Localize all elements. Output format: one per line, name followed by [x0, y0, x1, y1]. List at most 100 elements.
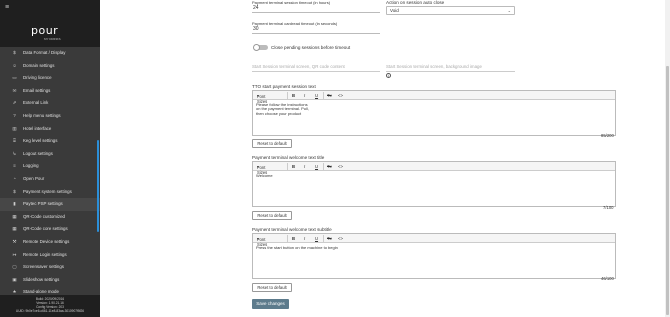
sidebar-item-logging[interactable]: ≡ Logging [0, 160, 100, 173]
font-sizes-dropdown[interactable]: Font Sizes ▾ [257, 93, 267, 105]
clear-format-button[interactable]: Tx [327, 236, 332, 241]
bold-button[interactable]: B [292, 93, 295, 98]
sidebar-item-label: Payment system settings [23, 188, 72, 194]
qr-code-content-input[interactable]: Start Session terminal screen, QR code c… [252, 64, 380, 72]
page-scrollbar[interactable] [665, 0, 670, 317]
sidebar-item-screensaver[interactable]: ▢ Screensaver settings [0, 261, 100, 274]
sidebar-item-data-format[interactable]: $ Data Format / Display [0, 47, 100, 60]
editor-line: Press the start button on the machine to… [256, 245, 338, 250]
sidebar-item-label: Remote Device settings [23, 238, 70, 244]
italic-button[interactable]: I [304, 236, 305, 241]
reset-default-button[interactable]: Reset to default [252, 139, 292, 148]
auto-close-action-select[interactable]: Void ⌄ [386, 6, 515, 15]
hotel-icon: ▥ [12, 125, 17, 131]
editor-line: then choose your product [256, 110, 302, 116]
reset-default-button[interactable]: Reset to default [252, 283, 292, 292]
cardread-timeout-input[interactable]: 30 [252, 25, 380, 34]
sidebar-item-label: Hotel interface [23, 125, 52, 131]
scrollbar-thumb[interactable] [666, 66, 669, 315]
smiley-icon: ☺ [12, 62, 17, 68]
rich-text-editor: Font Sizes ▾ B I U Tx <> Welcome [252, 161, 616, 207]
toolbar-divider [287, 163, 288, 170]
sidebar-item-driving-licence[interactable]: ▭ Driving licence [0, 72, 100, 85]
char-counter: 85/200 [601, 133, 614, 138]
code-view-button[interactable]: <> [338, 164, 343, 169]
logo: pour [31, 24, 59, 37]
close-pending-toggle[interactable] [253, 44, 268, 51]
sidebar-item-qr-core[interactable]: ▦ QR-Code core settings [0, 223, 100, 236]
editor-label: Payment terminal welcome text subtitle [252, 227, 332, 232]
editor-content[interactable]: Press the start button on the machine to… [253, 243, 615, 253]
sidebar-item-label: Logout settings [23, 150, 53, 156]
editor-label: TTO start payment session text [252, 84, 316, 89]
clear-format-button[interactable]: Tx [327, 93, 332, 98]
sidebar-item-keg-level[interactable]: ⌹ Keg level settings [0, 135, 100, 148]
editor-toolbar: Font Sizes ▾ B I U Tx <> [253, 91, 615, 105]
sidebar-item-label: Logging [23, 163, 39, 169]
info-icon[interactable]: i [386, 73, 391, 78]
editor-content[interactable]: Welcome [253, 171, 615, 181]
sidebar-item-open-pour[interactable]: ◔ Open Pour [0, 173, 100, 186]
font-sizes-dropdown[interactable]: Font Sizes ▾ [257, 164, 267, 176]
tools-icon: ⚒ [12, 238, 17, 244]
build-info: Build: 2020/09/2016 Version: 1.90.21.16 … [0, 295, 100, 317]
slideshow-icon: ▣ [12, 276, 17, 282]
char-counter: 46/100 [601, 276, 614, 281]
sidebar-item-remote-device[interactable]: ⚒ Remote Device settings [0, 236, 100, 249]
sidebar-item-external-link[interactable]: ⇗ External Link [0, 97, 100, 110]
bold-button[interactable]: B [292, 164, 295, 169]
sidebar-item-label: Domain settings [23, 62, 55, 68]
dollar-icon: $ [13, 188, 16, 194]
sidebar-item-domain-settings[interactable]: ☺ Domain settings [0, 60, 100, 73]
close-pending-label: Close pending sessions before timeout [271, 45, 351, 50]
sidebar-item-label: Keg level settings [23, 138, 58, 144]
bold-button[interactable]: B [292, 236, 295, 241]
list-icon: ≡ [13, 163, 16, 169]
underline-button[interactable]: U [315, 93, 318, 98]
sidebar-item-qr-customized[interactable]: ▦ QR-Code customized [0, 211, 100, 224]
logo-subtitle: MY DRINKS [44, 37, 61, 41]
sidebar-item-email-settings[interactable]: ✉ Email settings [0, 85, 100, 98]
toolbar-divider [323, 235, 324, 242]
toolbar-divider [287, 92, 288, 99]
external-link-icon: ⇗ [12, 100, 17, 106]
dollar-icon: $ [13, 50, 16, 55]
sidebar-item-label: Stand-alone mode [23, 289, 59, 295]
login-icon: ↦ [12, 251, 17, 257]
underline-button[interactable]: U [315, 164, 318, 169]
code-view-button[interactable]: <> [338, 236, 343, 241]
rich-text-editor: Font Sizes ▾ B I U Tx <> Press the start… [252, 233, 616, 279]
italic-button[interactable]: I [304, 164, 305, 169]
sidebar-item-label: Slideshow settings [23, 276, 60, 282]
sidebar-item-remote-login[interactable]: ↦ Remote Login settings [0, 249, 100, 262]
toolbar-divider [287, 235, 288, 242]
char-counter: 7/100 [603, 205, 614, 210]
reset-default-button[interactable]: Reset to default [252, 211, 292, 220]
sidebar-item-label: Help menu settings [23, 112, 61, 118]
hamburger-icon[interactable]: ≡ [5, 4, 9, 11]
sidebar: ≡ pour MY DRINKS $ Data Format / Display … [0, 0, 100, 317]
sidebar-item-label: Open Pour [23, 175, 45, 181]
sidebar-item-label: QR-Code core settings [23, 226, 68, 232]
sidebar-item-logout-settings[interactable]: ↳ Logout settings [0, 148, 100, 161]
sidebar-scrollbar[interactable] [97, 140, 99, 232]
underline-button[interactable]: U [315, 236, 318, 241]
sidebar-item-hotel-interface[interactable]: ▥ Hotel interface [0, 123, 100, 136]
sidebar-item-paytec-psp[interactable]: ▮ Paytec PSP settings [0, 198, 100, 211]
clear-format-button[interactable]: Tx [327, 164, 332, 169]
qr-code-icon: ▦ [12, 226, 17, 232]
font-sizes-dropdown[interactable]: Font Sizes ▾ [257, 236, 267, 248]
sidebar-item-slideshow[interactable]: ▣ Slideshow settings [0, 274, 100, 287]
auto-close-action-label: Action on session auto close [386, 0, 445, 5]
main-content: Payment terminal session timeout (in hou… [100, 0, 670, 317]
code-view-button[interactable]: <> [338, 93, 343, 98]
uuid-line: UUID: 9b0e7ce6-c661-11e8-83aa-3010907f5f… [15, 309, 85, 314]
save-changes-button[interactable]: Save changes [252, 299, 289, 309]
sidebar-item-payment-system[interactable]: $ Payment system settings [0, 186, 100, 199]
sidebar-item-label: QR-Code customized [23, 213, 65, 219]
session-timeout-input[interactable]: 24 [252, 4, 380, 13]
editor-content[interactable]: Please follow the instructions on the pa… [253, 100, 615, 119]
sidebar-item-help-menu[interactable]: ? Help menu settings [0, 110, 100, 123]
background-image-input[interactable]: Start Session terminal screen, backgroun… [386, 64, 515, 72]
italic-button[interactable]: I [304, 93, 305, 98]
